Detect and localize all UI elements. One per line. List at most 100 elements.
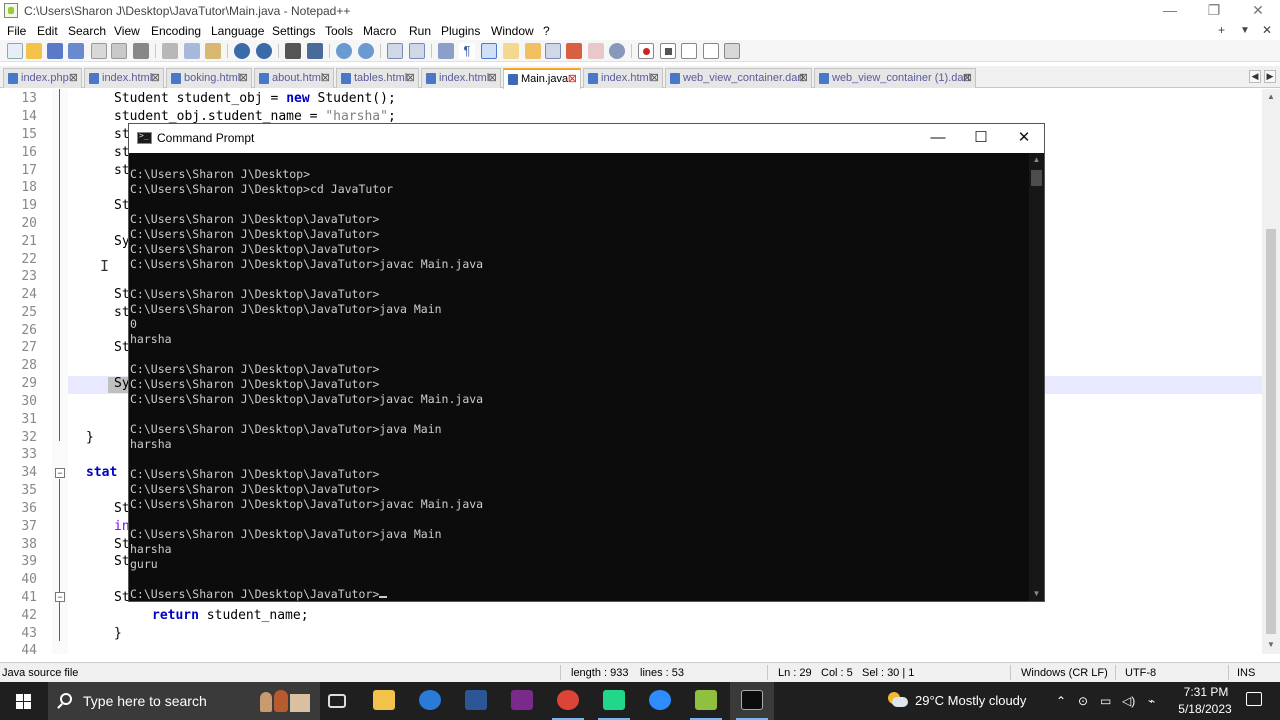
run-macro-multiple-icon[interactable] [703, 43, 719, 59]
cmd-vertical-scrollbar[interactable]: ▲ ▼ [1029, 153, 1044, 601]
menu-help[interactable]: ? [543, 24, 550, 38]
cmd-close-button[interactable]: ✕ [1002, 124, 1046, 153]
chevron-up-icon[interactable]: ⌃ [1056, 694, 1066, 708]
tab-boking-html[interactable]: boking.html ⊠ [166, 68, 252, 88]
tab-main-java[interactable]: Main.java ⊠ [503, 68, 581, 89]
open-file-icon[interactable] [26, 43, 42, 59]
pycharm-button[interactable] [592, 682, 636, 720]
tab-close-icon[interactable]: ⊠ [321, 71, 330, 84]
tab-index-html[interactable]: index.html ⊠ [84, 68, 164, 88]
focus-icon[interactable] [609, 43, 625, 59]
tab-list-dropdown[interactable]: ▼ [1240, 25, 1250, 36]
tab-index-php[interactable]: index.php ⊠ [3, 68, 82, 88]
cut-icon[interactable] [162, 43, 178, 59]
tab-close-icon[interactable]: ⊠ [568, 72, 577, 85]
menu-language[interactable]: Language [211, 24, 264, 38]
status-insert-mode[interactable]: INS [1237, 667, 1255, 679]
zoom-button[interactable] [638, 682, 682, 720]
tab-close-icon[interactable]: ⊠ [406, 71, 415, 84]
weather-text[interactable]: 29°C Mostly cloudy [915, 693, 1026, 708]
menu-view[interactable]: View [114, 24, 140, 38]
cmd-minimize-button[interactable]: — [916, 124, 960, 153]
status-eol[interactable]: Windows (CR LF) [1021, 667, 1108, 679]
start-button[interactable] [0, 682, 46, 720]
menu-settings[interactable]: Settings [272, 24, 315, 38]
menu-plugins[interactable]: Plugins [441, 24, 480, 38]
editor-vertical-scrollbar[interactable]: ▲ ▼ [1262, 89, 1280, 654]
word-button[interactable] [454, 682, 498, 720]
find-icon[interactable] [285, 43, 301, 59]
weather-cloud-icon[interactable] [886, 692, 908, 708]
menu-file[interactable]: File [7, 24, 26, 38]
clock-date[interactable]: 5/18/2023 [1170, 702, 1240, 716]
replace-icon[interactable] [307, 43, 323, 59]
menu-edit[interactable]: Edit [37, 24, 58, 38]
play-macro-icon[interactable] [681, 43, 697, 59]
command-prompt-window[interactable]: Command Prompt — ☐ ✕ C:\Users\Sharon J\D… [128, 123, 1045, 602]
chrome-button[interactable] [546, 682, 590, 720]
close-file-icon[interactable] [91, 43, 107, 59]
record-macro-icon[interactable] [638, 43, 654, 59]
tab-close-icon[interactable]: ⊠ [239, 71, 248, 84]
copy-icon[interactable] [184, 43, 200, 59]
battery-icon[interactable]: ▭ [1100, 694, 1111, 708]
word-wrap-icon[interactable] [438, 43, 454, 59]
pen-tool-button[interactable] [500, 682, 544, 720]
sync-vertical-icon[interactable] [387, 43, 403, 59]
minimize-button[interactable]: — [1148, 0, 1192, 22]
scroll-down-icon[interactable]: ▼ [1266, 640, 1276, 649]
stop-macro-icon[interactable] [660, 43, 676, 59]
close-all-icon[interactable] [111, 43, 127, 59]
monitoring-icon[interactable] [588, 43, 604, 59]
tab-tables-html[interactable]: tables.html ⊠ [336, 68, 419, 88]
fold-toggle-icon[interactable]: − [55, 468, 65, 478]
indent-guide-icon[interactable] [481, 43, 497, 59]
cmd-maximize-button[interactable]: ☐ [959, 124, 1003, 153]
console-prompt-line[interactable]: C:\Users\Sharon J\Desktop\JavaTutor> [130, 587, 388, 601]
menu-encoding[interactable]: Encoding [151, 24, 201, 38]
menu-window[interactable]: Window [491, 24, 534, 38]
clock-time[interactable]: 7:31 PM [1176, 685, 1236, 699]
notification-center-icon[interactable] [1246, 692, 1262, 706]
volume-icon[interactable]: ◁) [1122, 694, 1135, 708]
function-list-icon[interactable] [545, 43, 561, 59]
restore-button[interactable]: ❐ [1192, 0, 1236, 22]
menu-search[interactable]: Search [68, 24, 106, 38]
new-tab-plus[interactable]: + [1218, 23, 1225, 37]
tab-close-icon[interactable]: ⊠ [799, 71, 808, 84]
show-all-chars-icon[interactable]: ¶ [459, 43, 475, 59]
scroll-down-icon[interactable]: ▼ [1029, 589, 1044, 598]
tab-index-html[interactable]: index.html ⊠ [421, 68, 501, 88]
save-all-icon[interactable] [68, 43, 84, 59]
cmd-console-output[interactable]: C:\Users\Sharon J\Desktop> C:\Users\Shar… [129, 153, 1029, 601]
cmd-taskbar-button[interactable] [730, 682, 774, 720]
meet-now-icon[interactable]: ⊙ [1078, 694, 1088, 708]
folder-workspace-icon[interactable] [566, 43, 582, 59]
scrollbar-thumb[interactable] [1266, 229, 1276, 634]
notepadpp-taskbar-button[interactable] [684, 682, 728, 720]
menu-macro[interactable]: Macro [363, 24, 396, 38]
tab-close-icon[interactable]: ⊠ [69, 71, 78, 84]
network-icon[interactable]: ⌁ [1148, 694, 1155, 708]
tab-close-icon[interactable]: ⊠ [650, 71, 659, 84]
task-view-button[interactable] [315, 682, 359, 720]
tab-close-icon[interactable]: ⊠ [963, 71, 972, 84]
zoom-out-icon[interactable] [358, 43, 374, 59]
tab-close-icon[interactable]: ⊠ [488, 71, 497, 84]
tab-scroll-left-icon[interactable]: ◀ [1249, 70, 1261, 83]
tab-scroll-right-icon[interactable]: ▶ [1264, 70, 1276, 83]
cmd-title-bar[interactable]: Command Prompt — ☐ ✕ [129, 124, 1044, 153]
udl-icon[interactable] [503, 43, 519, 59]
save-macro-icon[interactable] [724, 43, 740, 59]
tab-web-view-container-1-dart[interactable]: web_view_container (1).dart ⊠ [814, 68, 976, 88]
menu-tools[interactable]: Tools [325, 24, 353, 38]
scroll-up-icon[interactable]: ▲ [1029, 155, 1044, 164]
status-encoding[interactable]: UTF-8 [1125, 667, 1156, 679]
undo-icon[interactable] [234, 43, 250, 59]
file-explorer-button[interactable] [362, 682, 406, 720]
tab-index-html[interactable]: index.html ⊠ [583, 68, 663, 88]
new-file-icon[interactable] [7, 43, 23, 59]
scrollbar-thumb[interactable] [1031, 170, 1042, 186]
print-icon[interactable] [133, 43, 149, 59]
taskbar-search-box[interactable]: Type here to search [48, 682, 320, 720]
